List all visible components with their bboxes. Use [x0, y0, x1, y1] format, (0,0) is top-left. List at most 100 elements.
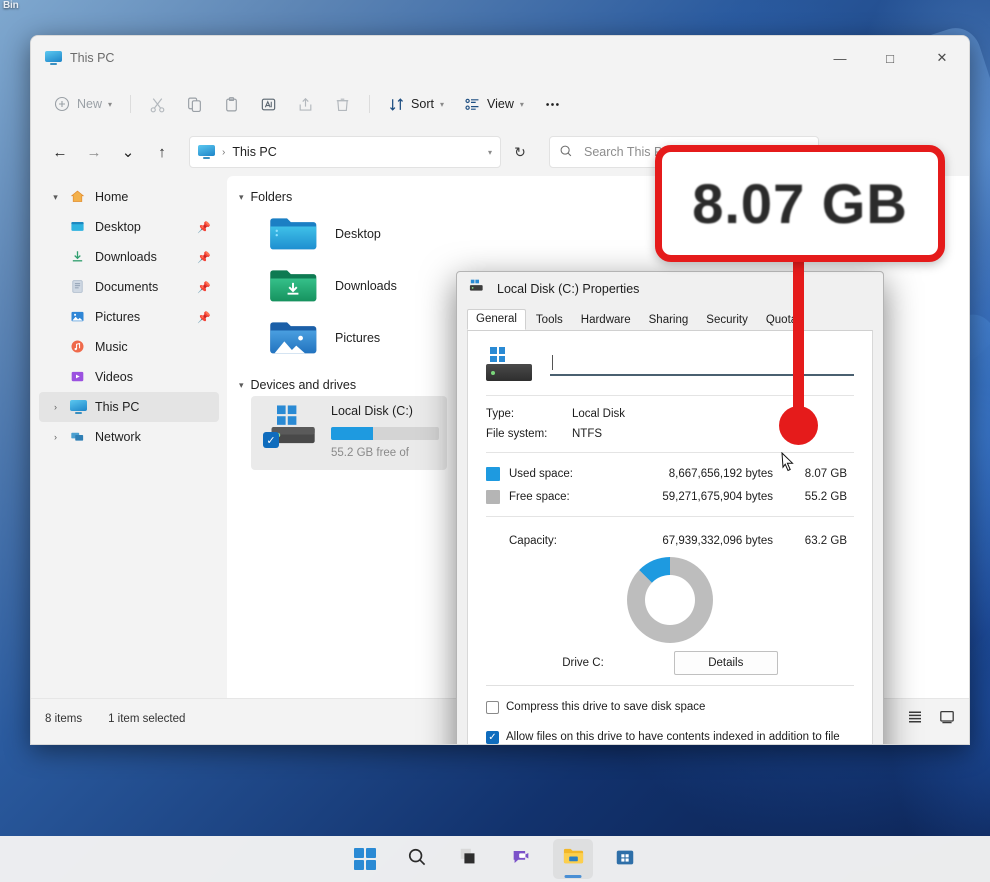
minimize-button[interactable]: — — [815, 36, 865, 80]
forward-button[interactable]: → — [79, 137, 109, 167]
explorer-command-bar[interactable]: New ▾ Sort ▾ View ▾ — [31, 80, 969, 128]
task-view-icon — [458, 846, 480, 873]
navigation-pane[interactable]: ▾ Home Desktop 📌 Downloads 📌 Documents 📌… — [31, 176, 227, 698]
chevron-right-icon[interactable]: › — [49, 402, 62, 412]
start-button[interactable] — [345, 839, 385, 879]
large-icons-view-icon[interactable] — [939, 709, 955, 728]
file-explorer-window[interactable]: This PC — □ ✕ New ▾ Sort ▾ View ▾ ← → ⌄ … — [30, 35, 970, 745]
sidebar-item-music[interactable]: Music — [39, 332, 219, 362]
selection-label: 1 item selected — [108, 712, 186, 725]
sidebar-item-desktop[interactable]: Desktop 📌 — [39, 212, 219, 242]
chat-button[interactable] — [501, 839, 541, 879]
recycle-bin-icon[interactable]: Bin — [0, 0, 60, 24]
callout-connector-line — [793, 258, 804, 430]
monitor-icon — [198, 145, 215, 159]
pin-icon[interactable]: 📌 — [197, 221, 211, 234]
breadcrumb[interactable]: This PC — [232, 145, 276, 159]
task-view-button[interactable] — [449, 839, 489, 879]
sidebar-item-videos[interactable]: Videos — [39, 362, 219, 392]
compress-drive-checkbox[interactable] — [486, 701, 499, 714]
copy-button[interactable] — [177, 88, 212, 120]
details-view-icon[interactable] — [907, 709, 923, 728]
sidebar-item-label: Pictures — [95, 310, 141, 324]
sidebar-item-home[interactable]: ▾ Home — [39, 182, 219, 212]
sort-button[interactable]: Sort ▾ — [379, 88, 453, 120]
window-controls[interactable]: — □ ✕ — [815, 36, 969, 80]
properties-dialog-titlebar[interactable]: Local Disk (C:) Properties — [457, 272, 883, 306]
close-button[interactable]: ✕ — [915, 36, 969, 80]
callout-text: 8.07 GB — [692, 172, 908, 235]
drive-tile-local-disk-c[interactable]: ✓ Local Disk (C:) 55.2 GB free of — [251, 396, 447, 470]
index-contents-checkbox-row[interactable]: ✓ Allow files on this drive to have cont… — [486, 730, 854, 744]
up-button[interactable]: ↑ — [147, 137, 177, 167]
recycle-bin-label: Bin — [3, 0, 19, 11]
chevron-down-icon[interactable]: ▾ — [49, 192, 62, 203]
chevron-down-icon: ▾ — [439, 99, 444, 109]
tab-sharing[interactable]: Sharing — [641, 311, 697, 330]
tab-general[interactable]: General — [467, 309, 526, 330]
recent-locations-button[interactable]: ⌄ — [113, 137, 143, 167]
downloads-folder-icon — [267, 263, 319, 310]
pin-icon[interactable]: 📌 — [197, 251, 211, 264]
sidebar-item-network[interactable]: › Network — [39, 422, 219, 452]
music-icon — [70, 339, 87, 356]
share-button[interactable] — [288, 88, 323, 120]
free-space-label: Free space: — [509, 491, 570, 503]
divider — [486, 516, 854, 517]
index-contents-checkbox[interactable]: ✓ — [486, 730, 499, 744]
sidebar-item-downloads[interactable]: Downloads 📌 — [39, 242, 219, 272]
folders-group-label: Folders — [250, 190, 293, 204]
address-bar[interactable]: › This PC ▾ — [189, 136, 501, 168]
maximize-button[interactable]: □ — [865, 36, 915, 80]
delete-icon — [334, 96, 351, 113]
tab-hardware[interactable]: Hardware — [573, 311, 639, 330]
search-button[interactable] — [397, 839, 437, 879]
compress-drive-checkbox-row[interactable]: Compress this drive to save disk space — [486, 700, 854, 716]
refresh-button[interactable]: ↻ — [505, 137, 535, 167]
info-value: Local Disk — [572, 408, 626, 420]
copy-icon — [186, 96, 203, 113]
new-button[interactable]: New ▾ — [45, 88, 121, 120]
volume-label-input[interactable] — [550, 352, 854, 376]
general-tab-panel: Type: Local Disk File system: NTFS Used … — [467, 330, 873, 744]
item-count-label: 8 items — [45, 712, 83, 725]
folder-icon — [562, 845, 585, 873]
file-explorer-button[interactable] — [553, 839, 593, 879]
more-button[interactable] — [535, 88, 570, 120]
pin-icon[interactable]: 📌 — [197, 281, 211, 294]
sidebar-item-this-pc[interactable]: › This PC — [39, 392, 219, 422]
details-button[interactable]: Details — [673, 651, 778, 675]
microsoft-store-button[interactable] — [605, 839, 645, 879]
tab-security[interactable]: Security — [698, 311, 756, 330]
windows-taskbar[interactable] — [0, 836, 990, 882]
local-disk-properties-dialog[interactable]: Local Disk (C:) Properties General Tools… — [456, 271, 884, 744]
chevron-right-icon[interactable]: › — [49, 432, 62, 442]
text-caret — [552, 355, 553, 370]
sidebar-item-pictures[interactable]: Pictures 📌 — [39, 302, 219, 332]
free-space-swatch — [486, 490, 500, 504]
chat-icon — [510, 846, 532, 873]
explorer-titlebar[interactable]: This PC — □ ✕ — [31, 36, 969, 80]
cut-button[interactable] — [140, 88, 175, 120]
drive-usage-bar — [331, 427, 439, 440]
divider — [486, 452, 854, 453]
callout-target-dot — [779, 406, 818, 445]
chevron-down-icon[interactable]: ▾ — [239, 192, 244, 203]
sidebar-item-documents[interactable]: Documents 📌 — [39, 272, 219, 302]
view-button[interactable]: View ▾ — [455, 88, 533, 120]
chevron-down-icon[interactable]: ▾ — [488, 148, 492, 157]
back-button[interactable]: ← — [45, 137, 75, 167]
info-value: NTFS — [572, 428, 603, 440]
sidebar-item-label: Documents — [95, 280, 159, 294]
drive-selected-checkbox[interactable]: ✓ — [263, 432, 279, 448]
delete-button[interactable] — [325, 88, 360, 120]
properties-tab-strip[interactable]: General Tools Hardware Sharing Security … — [457, 306, 883, 330]
pin-icon[interactable]: 📌 — [197, 311, 211, 324]
command-separator-2 — [369, 95, 371, 113]
rename-button[interactable] — [251, 88, 286, 120]
chevron-down-icon[interactable]: ▾ — [239, 380, 244, 391]
paste-button[interactable] — [214, 88, 249, 120]
view-toggles[interactable] — [907, 709, 955, 728]
tab-tools[interactable]: Tools — [528, 311, 571, 330]
disk-usage-donut — [627, 557, 713, 643]
